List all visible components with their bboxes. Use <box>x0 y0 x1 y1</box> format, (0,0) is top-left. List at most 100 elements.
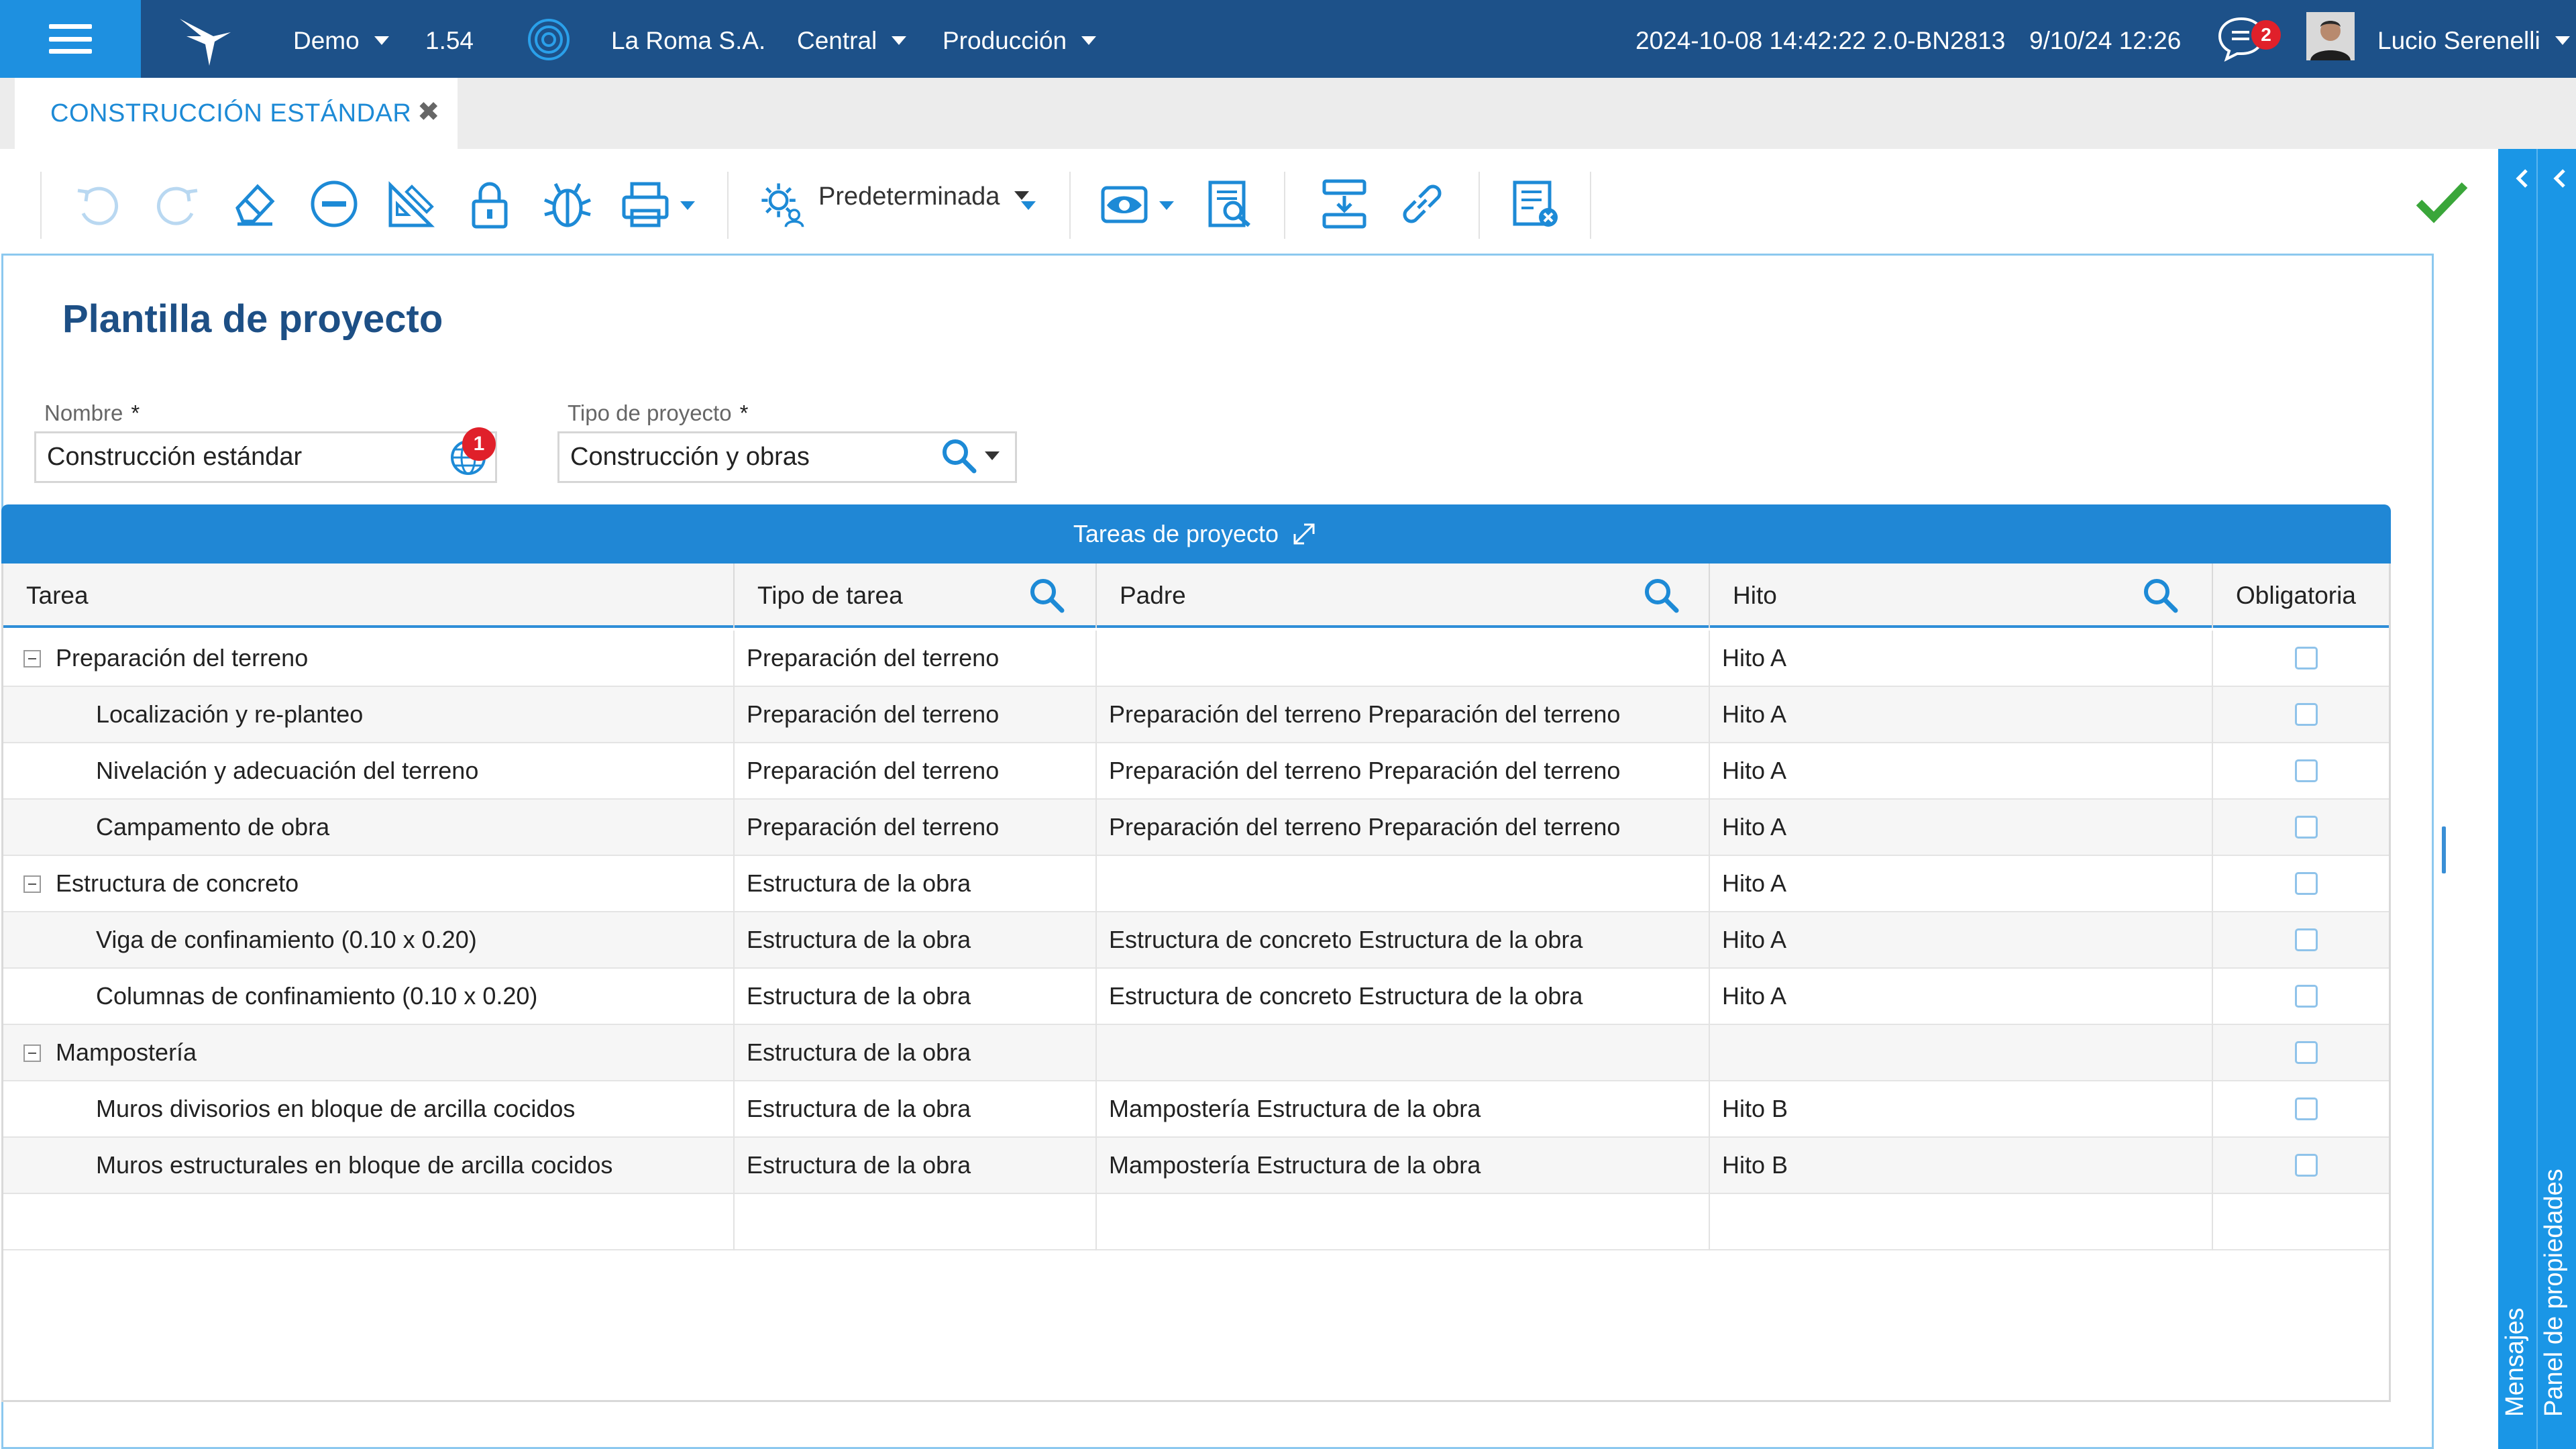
table-row-empty[interactable] <box>3 1194 2389 1250</box>
branch-selector[interactable]: Central <box>797 25 907 56</box>
cell-tipo-de-tarea[interactable]: Estructura de la obra <box>735 1138 1097 1194</box>
cell-tarea[interactable]: Viga de confinamiento (0.10 x 0.20) <box>3 912 735 969</box>
cell-obligatoria[interactable] <box>2213 912 2389 969</box>
cell-obligatoria[interactable] <box>2213 1194 2389 1250</box>
cell-padre[interactable]: Estructura de concreto Estructura de la … <box>1097 969 1710 1025</box>
cell-padre[interactable] <box>1097 856 1710 912</box>
cell-tipo-de-tarea[interactable]: Estructura de la obra <box>735 1081 1097 1138</box>
close-icon[interactable]: ✖ <box>417 97 440 127</box>
obligatoria-checkbox[interactable] <box>2295 647 2318 669</box>
cell-hito[interactable]: Hito A <box>1710 856 2213 912</box>
cell-tipo-de-tarea[interactable]: Preparación del terreno <box>735 800 1097 856</box>
cell-obligatoria[interactable] <box>2213 969 2389 1025</box>
column-header-obligatoria[interactable]: Obligatoria <box>2213 564 2389 628</box>
table-row[interactable]: Preparación del terreno Preparación del t… <box>3 631 2389 687</box>
table-row[interactable]: Mampostería Estructura de la obra <box>3 1025 2389 1081</box>
cell-padre[interactable] <box>1097 631 1710 687</box>
cell-hito[interactable]: Hito B <box>1710 1138 2213 1194</box>
column-header-tipo-de-tarea[interactable]: Tipo de tarea <box>735 564 1097 628</box>
cell-hito[interactable]: Hito B <box>1710 1081 2213 1138</box>
cell-tarea[interactable]: Estructura de concreto <box>3 856 735 912</box>
main-menu-button[interactable] <box>0 0 141 78</box>
chevron-left-icon[interactable] <box>2546 165 2573 192</box>
table-row[interactable]: Viga de confinamiento (0.10 x 0.20) Estru… <box>3 912 2389 969</box>
checkmark-icon[interactable] <box>2414 173 2470 229</box>
cell-tipo-de-tarea[interactable]: Estructura de la obra <box>735 969 1097 1025</box>
remove-circle-icon[interactable] <box>307 177 361 231</box>
cell-padre[interactable] <box>1097 1194 1710 1250</box>
table-row[interactable]: Muros divisorios en bloque de arcilla co… <box>3 1081 2389 1138</box>
obligatoria-checkbox[interactable] <box>2295 928 2318 951</box>
eye-icon[interactable] <box>1100 177 1154 231</box>
cell-hito[interactable]: Hito A <box>1710 631 2213 687</box>
cell-tipo-de-tarea[interactable]: Estructura de la obra <box>735 912 1097 969</box>
cell-hito[interactable] <box>1710 1194 2213 1250</box>
obligatoria-checkbox[interactable] <box>2295 1154 2318 1177</box>
table-row[interactable]: Campamento de obra Preparación del terren… <box>3 800 2389 856</box>
column-header-padre[interactable]: Padre <box>1097 564 1710 628</box>
chevron-down-icon[interactable] <box>680 201 695 210</box>
settings-user-icon[interactable] <box>758 180 806 228</box>
table-row[interactable]: Localización y re-planteo Preparación del… <box>3 687 2389 743</box>
chevron-down-icon[interactable] <box>1159 201 1174 210</box>
obligatoria-checkbox[interactable] <box>2295 1041 2318 1064</box>
design-icon[interactable] <box>385 177 439 231</box>
chevron-down-icon[interactable] <box>985 451 1000 460</box>
cell-hito[interactable]: Hito A <box>1710 743 2213 800</box>
search-icon[interactable] <box>2141 576 2180 614</box>
cell-padre[interactable]: Estructura de concreto Estructura de la … <box>1097 912 1710 969</box>
avatar[interactable] <box>2306 12 2355 60</box>
cell-tarea[interactable]: Nivelación y adecuación del terreno <box>3 743 735 800</box>
cell-padre[interactable]: Preparación del terreno Preparación del … <box>1097 687 1710 743</box>
column-header-hito[interactable]: Hito <box>1710 564 2213 628</box>
obligatoria-checkbox[interactable] <box>2295 1097 2318 1120</box>
expand-icon[interactable] <box>1289 519 1319 549</box>
cell-tarea[interactable]: Muros divisorios en bloque de arcilla co… <box>3 1081 735 1138</box>
obligatoria-checkbox[interactable] <box>2295 703 2318 726</box>
insert-row-icon[interactable] <box>1318 177 1371 231</box>
bug-icon[interactable] <box>541 177 594 231</box>
cell-tipo-de-tarea[interactable]: Preparación del terreno <box>735 631 1097 687</box>
scrollbar-thumb[interactable] <box>2442 826 2446 873</box>
side-tab-properties[interactable]: Panel de propiedades <box>2540 1169 2569 1417</box>
cell-hito[interactable]: Hito A <box>1710 800 2213 856</box>
cell-obligatoria[interactable] <box>2213 687 2389 743</box>
table-row[interactable]: Muros estructurales en bloque de arcilla… <box>3 1138 2389 1194</box>
table-row[interactable]: Nivelación y adecuación del terreno Prepa… <box>3 743 2389 800</box>
cell-obligatoria[interactable] <box>2213 743 2389 800</box>
cell-obligatoria[interactable] <box>2213 800 2389 856</box>
target-icon[interactable] <box>527 17 571 62</box>
column-header-tarea[interactable]: Tarea <box>3 564 735 628</box>
obligatoria-checkbox[interactable] <box>2295 985 2318 1008</box>
cell-tipo-de-tarea[interactable]: Preparación del terreno <box>735 743 1097 800</box>
document-search-icon[interactable] <box>1205 177 1258 231</box>
view-selector[interactable]: Predeterminada <box>818 182 1030 211</box>
search-icon[interactable] <box>939 436 978 475</box>
cell-padre[interactable] <box>1097 1025 1710 1081</box>
redo-icon[interactable] <box>150 177 204 231</box>
cell-hito[interactable]: Hito A <box>1710 687 2213 743</box>
search-icon[interactable] <box>1027 576 1066 614</box>
list-delete-icon[interactable] <box>1509 177 1563 231</box>
lock-icon[interactable] <box>463 177 517 231</box>
table-row[interactable]: Estructura de concreto Estructura de la o… <box>3 856 2389 912</box>
cell-obligatoria[interactable] <box>2213 1025 2389 1081</box>
search-icon[interactable] <box>1642 576 1680 614</box>
cell-obligatoria[interactable] <box>2213 631 2389 687</box>
collapse-icon[interactable] <box>23 650 41 667</box>
cell-tipo-de-tarea[interactable]: Estructura de la obra <box>735 856 1097 912</box>
cell-tipo-de-tarea[interactable] <box>735 1194 1097 1250</box>
collapse-icon[interactable] <box>23 875 41 893</box>
cell-tarea[interactable]: Preparación del terreno <box>3 631 735 687</box>
cell-tarea[interactable]: Muros estructurales en bloque de arcilla… <box>3 1138 735 1194</box>
user-menu[interactable]: Lucio Serenelli <box>2377 25 2570 56</box>
cell-hito[interactable]: Hito A <box>1710 969 2213 1025</box>
company-label[interactable]: La Roma S.A. <box>611 25 765 56</box>
cell-hito[interactable] <box>1710 1025 2213 1081</box>
mode-selector[interactable]: Producción <box>943 25 1097 56</box>
cell-tipo-de-tarea[interactable]: Estructura de la obra <box>735 1025 1097 1081</box>
print-icon[interactable] <box>619 177 672 231</box>
cell-obligatoria[interactable] <box>2213 1138 2389 1194</box>
side-tab-messages[interactable]: Mensajes <box>2501 1307 2530 1417</box>
tab-construccion-estandar[interactable]: CONSTRUCCIÓN ESTÁNDAR ✖ <box>15 78 458 149</box>
